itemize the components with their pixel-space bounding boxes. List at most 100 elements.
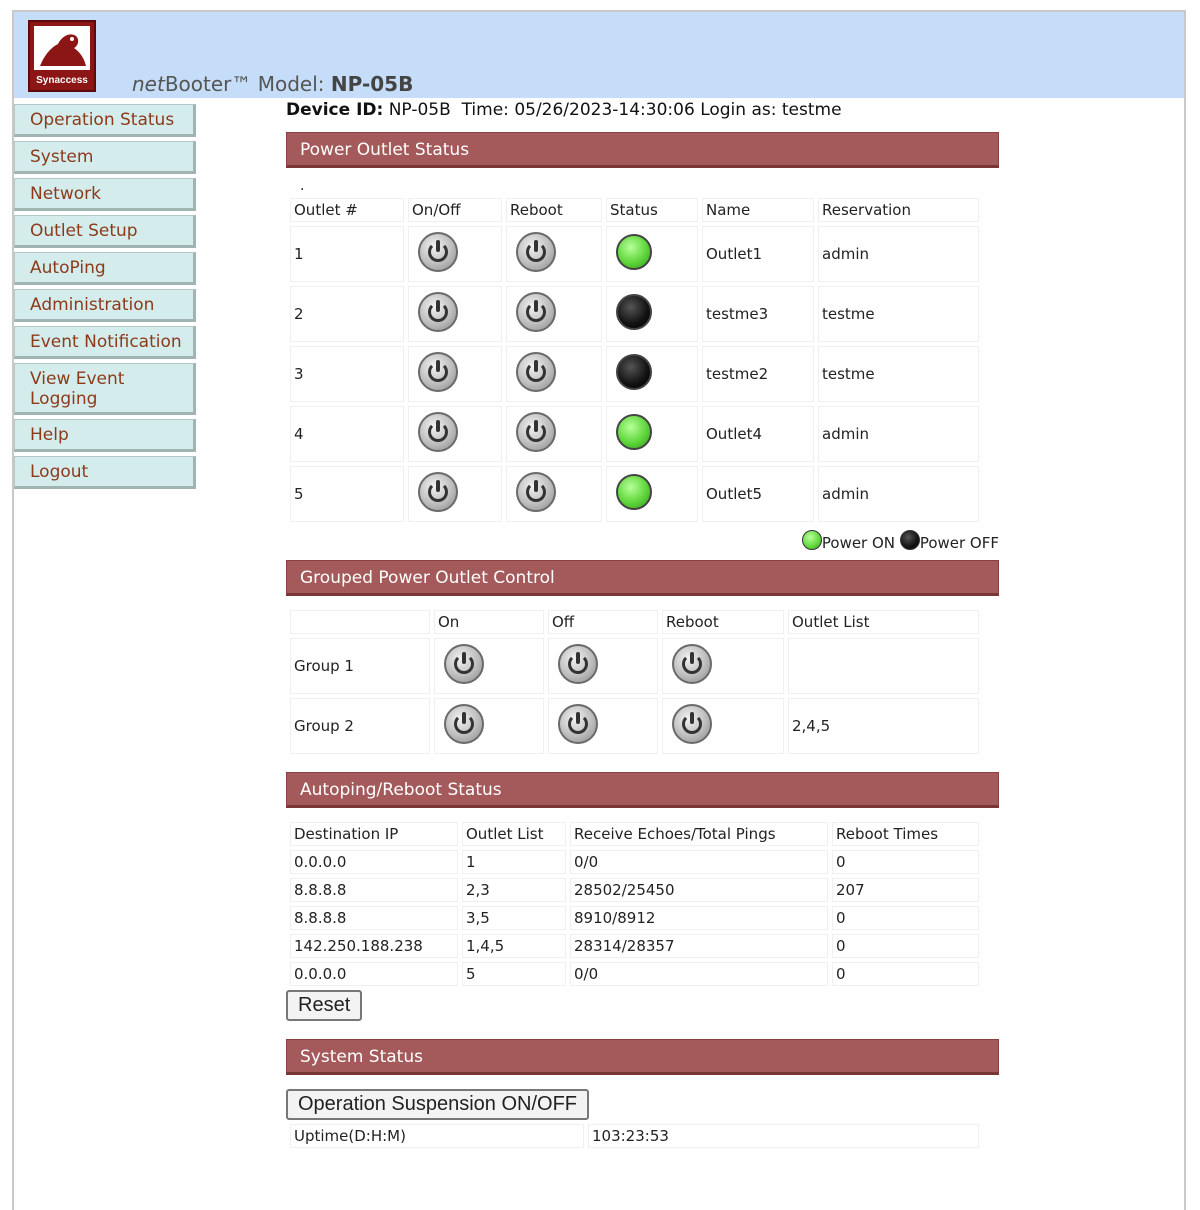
reboot-power-icon[interactable] bbox=[516, 352, 556, 392]
nav-item-outlet-setup[interactable]: Outlet Setup bbox=[14, 215, 196, 248]
header-reservation: Reservation bbox=[818, 198, 979, 222]
outlet-name: Outlet5 bbox=[702, 466, 814, 522]
outlet-list: 5 bbox=[462, 962, 566, 986]
uptime-value: 103:23:53 bbox=[588, 1124, 979, 1148]
device-id-label: Device ID: bbox=[286, 100, 384, 120]
group-on-power-icon[interactable] bbox=[444, 644, 484, 684]
destination-ip: 8.8.8.8 bbox=[290, 906, 458, 930]
reset-button[interactable]: Reset bbox=[286, 990, 363, 1021]
status-led-on-icon bbox=[616, 234, 652, 270]
autoping-table: Destination IP Outlet List Receive Echoe… bbox=[286, 818, 983, 990]
table-header-row: Destination IP Outlet List Receive Echoe… bbox=[290, 822, 979, 846]
group-on-power-icon[interactable] bbox=[444, 704, 484, 744]
header-receive-echoes: Receive Echoes/Total Pings bbox=[570, 822, 828, 846]
table-row: 8.8.8.8 3,5 8910/8912 0 bbox=[290, 906, 979, 930]
echoes: 0/0 bbox=[570, 850, 828, 874]
power-outlet-status-title: Power Outlet Status bbox=[286, 132, 999, 168]
header-outlet-list: Outlet List bbox=[462, 822, 566, 846]
nav-item-help[interactable]: Help bbox=[14, 419, 196, 452]
power-legend: Power ON Power OFF bbox=[286, 526, 999, 556]
outlet-number: 5 bbox=[290, 466, 404, 522]
reboot-times: 0 bbox=[832, 962, 979, 986]
outlet-reservation: testme bbox=[818, 346, 979, 402]
login-text: Login as: testme bbox=[700, 100, 842, 120]
group-reboot-power-icon[interactable] bbox=[672, 644, 712, 684]
onoff-power-icon[interactable] bbox=[418, 472, 458, 512]
table-row: 0.0.0.0 1 0/0 0 bbox=[290, 850, 979, 874]
device-id-value: NP-05B bbox=[388, 100, 451, 120]
nav-item-system[interactable]: System bbox=[14, 141, 196, 174]
header-destination-ip: Destination IP bbox=[290, 822, 458, 846]
grouped-control-title: Grouped Power Outlet Control bbox=[286, 560, 999, 596]
nav-item-view-event-logging[interactable]: View Event Logging bbox=[14, 363, 196, 415]
group-row: Group 2 2,4,5 bbox=[290, 698, 979, 754]
grouped-control-table: On Off Reboot Outlet List Group 1 Group … bbox=[286, 606, 983, 758]
outlet-list: 1,4,5 bbox=[462, 934, 566, 958]
group-name: Group 1 bbox=[290, 638, 430, 694]
onoff-power-icon[interactable] bbox=[418, 352, 458, 392]
destination-ip: 8.8.8.8 bbox=[290, 878, 458, 902]
nav-item-event-notification[interactable]: Event Notification bbox=[14, 326, 196, 359]
uptime-label: Uptime(D:H:M) bbox=[290, 1124, 584, 1148]
status-dot: . bbox=[300, 178, 305, 194]
outlet-number: 3 bbox=[290, 346, 404, 402]
outlet-row: 1 Outlet1 admin bbox=[290, 226, 979, 282]
model-name: NP-05B bbox=[330, 72, 414, 96]
outlet-reservation: admin bbox=[818, 226, 979, 282]
model-brand: Booter™ Model: bbox=[164, 72, 331, 96]
reboot-power-icon[interactable] bbox=[516, 472, 556, 512]
group-outlet-list: 2,4,5 bbox=[788, 698, 979, 754]
header-off: Off bbox=[548, 610, 658, 634]
table-row: 0.0.0.0 5 0/0 0 bbox=[290, 962, 979, 986]
power-outlet-table: Outlet # On/Off Reboot Status Name Reser… bbox=[286, 194, 983, 526]
outlet-list: 1 bbox=[462, 850, 566, 874]
outlet-row: 5 Outlet5 admin bbox=[290, 466, 979, 522]
status-led-on-icon bbox=[616, 474, 652, 510]
header-group bbox=[290, 610, 430, 634]
page-frame: Synaccess netBooter™ Model: NP-05B Opera… bbox=[12, 10, 1186, 1210]
outlet-row: 3 testme2 testme bbox=[290, 346, 979, 402]
reboot-times: 0 bbox=[832, 934, 979, 958]
table-header-row: On Off Reboot Outlet List bbox=[290, 610, 979, 634]
system-status-table: Uptime(D:H:M) 103:23:53 bbox=[286, 1120, 983, 1152]
echoes: 28502/25450 bbox=[570, 878, 828, 902]
nav-item-network[interactable]: Network bbox=[14, 178, 196, 211]
outlet-name: testme3 bbox=[702, 286, 814, 342]
logo-text: Synaccess bbox=[36, 75, 88, 86]
destination-ip: 142.250.188.238 bbox=[290, 934, 458, 958]
model-title: netBooter™ Model: NP-05B bbox=[132, 72, 413, 96]
group-reboot-power-icon[interactable] bbox=[672, 704, 712, 744]
group-row: Group 1 bbox=[290, 638, 979, 694]
nav-item-operation-status[interactable]: Operation Status bbox=[14, 104, 196, 137]
onoff-power-icon[interactable] bbox=[418, 412, 458, 452]
group-off-power-icon[interactable] bbox=[558, 644, 598, 684]
main-content: Device ID: NP-05B Time: 05/26/2023-14:30… bbox=[286, 98, 1000, 1152]
sidebar-nav: Operation Status System Network Outlet S… bbox=[14, 104, 196, 493]
nav-item-autoping[interactable]: AutoPing bbox=[14, 252, 196, 285]
onoff-power-icon[interactable] bbox=[418, 232, 458, 272]
time-label: Time: bbox=[461, 100, 509, 120]
outlet-number: 4 bbox=[290, 406, 404, 462]
group-off-power-icon[interactable] bbox=[558, 704, 598, 744]
outlet-name: Outlet4 bbox=[702, 406, 814, 462]
status-led-off-icon bbox=[616, 294, 652, 330]
header-outlet-list: Outlet List bbox=[788, 610, 979, 634]
outlet-list: 2,3 bbox=[462, 878, 566, 902]
time-value: 05/26/2023-14:30:06 bbox=[514, 100, 695, 120]
onoff-power-icon[interactable] bbox=[418, 292, 458, 332]
reboot-times: 0 bbox=[832, 906, 979, 930]
nav-item-logout[interactable]: Logout bbox=[14, 456, 196, 489]
table-row: 142.250.188.238 1,4,5 28314/28357 0 bbox=[290, 934, 979, 958]
autoping-status-title: Autoping/Reboot Status bbox=[286, 772, 999, 808]
reboot-power-icon[interactable] bbox=[516, 292, 556, 332]
nav-item-administration[interactable]: Administration bbox=[14, 289, 196, 322]
outlet-row: 2 testme3 testme bbox=[290, 286, 979, 342]
reboot-power-icon[interactable] bbox=[516, 232, 556, 272]
header-reboot: Reboot bbox=[506, 198, 602, 222]
table-header-row: Outlet # On/Off Reboot Status Name Reser… bbox=[290, 198, 979, 222]
reboot-power-icon[interactable] bbox=[516, 412, 556, 452]
status-led-off-icon bbox=[616, 354, 652, 390]
outlet-reservation: testme bbox=[818, 286, 979, 342]
outlet-reservation: admin bbox=[818, 406, 979, 462]
operation-suspension-button[interactable]: Operation Suspension ON/OFF bbox=[286, 1089, 590, 1120]
